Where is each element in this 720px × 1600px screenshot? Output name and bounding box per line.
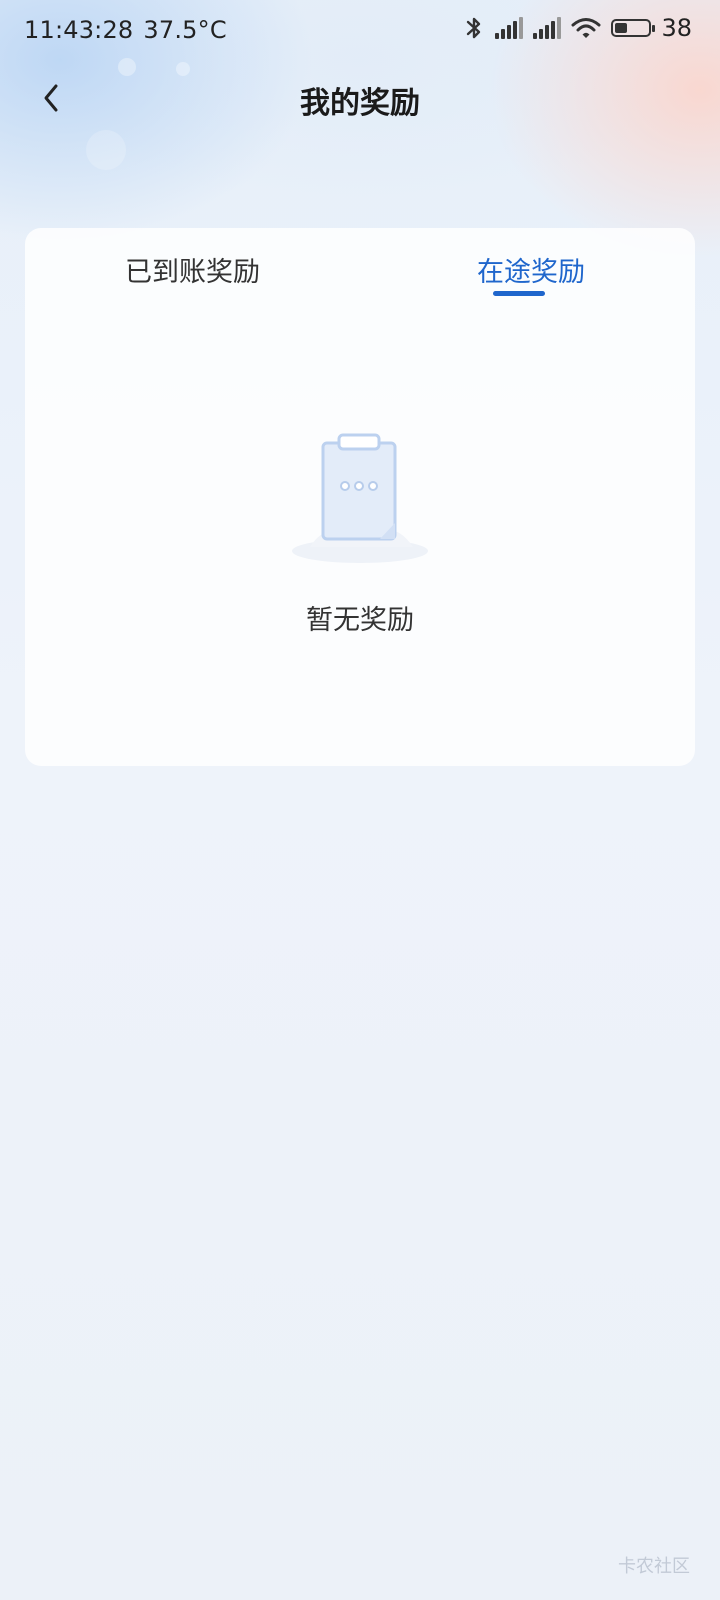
battery-level: 38	[661, 14, 692, 42]
clipboard-icon	[292, 433, 428, 563]
status-left: 11:43:28 37.5°C	[24, 16, 237, 44]
nav-bar: 我的奖励	[0, 64, 720, 132]
status-temperature: 37.5°C	[143, 16, 227, 44]
signal-icon	[495, 17, 524, 39]
status-bar: 11:43:28 37.5°C 38	[0, 0, 720, 64]
empty-state-message: 暂无奖励	[306, 605, 414, 636]
bluetooth-icon	[467, 17, 481, 39]
status-time: 11:43:28	[24, 16, 134, 44]
wifi-icon	[571, 18, 601, 38]
signal-icon	[533, 17, 562, 39]
rewards-card: 已到账奖励 在途奖励 暂无奖励	[25, 228, 695, 766]
battery-icon	[611, 19, 656, 37]
active-tab-indicator	[493, 291, 545, 296]
tab-arrived-rewards[interactable]: 已到账奖励	[125, 250, 260, 289]
status-right: 38	[463, 14, 692, 42]
page-title: 我的奖励	[300, 86, 420, 121]
watermark: 卡农社区	[618, 1556, 690, 1577]
tab-bar: 已到账奖励 在途奖励	[25, 228, 695, 308]
tab-in-transit-rewards[interactable]: 在途奖励	[477, 250, 585, 289]
